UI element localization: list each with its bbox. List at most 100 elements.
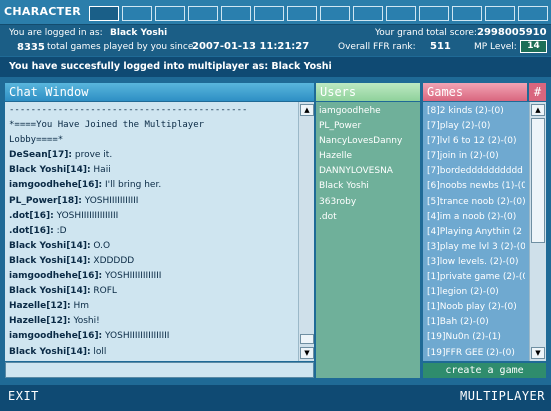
- chat-sender: DeSean[17]:: [9, 150, 72, 161]
- chat-text: YOSHIIIIIIIIIII: [81, 195, 139, 206]
- chat-sender: Black Yoshi[14]:: [9, 240, 91, 251]
- character-slot[interactable]: [254, 6, 284, 21]
- game-list-item[interactable]: [3]low levels. (2)-(0): [427, 255, 525, 270]
- login-status-message: You have succesfully logged into multipl…: [0, 57, 551, 77]
- chat-window-header: Chat Window: [5, 83, 314, 101]
- user-list-item[interactable]: DANNYLOVESNA: [319, 164, 417, 179]
- user-list-item[interactable]: 363roby: [319, 195, 417, 210]
- game-list-item[interactable]: [6]noobs newbs (1)-(0: [427, 179, 525, 194]
- chat-text: ROFL: [90, 286, 117, 297]
- chat-message: Black Yoshi[14]: O.O: [9, 239, 294, 254]
- chat-message: Black Yoshi[14]: Haii: [9, 163, 294, 178]
- character-slot[interactable]: [320, 6, 350, 21]
- character-slot[interactable]: [188, 6, 218, 21]
- chat-message: .dot[16]: YOSHIIIIIIIIIIIIII: [9, 209, 294, 224]
- character-slot[interactable]: [122, 6, 152, 21]
- chat-sender: Black Yoshi[14]:: [9, 346, 91, 357]
- chat-message: iamgoodhehe[16]: YOSHIIIIIIIIIIII: [9, 269, 294, 284]
- game-list-item[interactable]: [1]Noob play (2)-(0): [427, 300, 525, 315]
- game-list-item[interactable]: [1]private game (2)-(0: [427, 270, 525, 285]
- chat-sender: iamgoodhehe[16]:: [9, 331, 103, 342]
- grand-total-label: Your grand total score:: [375, 28, 477, 38]
- game-list-item[interactable]: [1]legion (2)-(0): [427, 285, 525, 300]
- chat-message-input[interactable]: [5, 362, 314, 378]
- chat-intro-rule: ----------------------------------------…: [9, 105, 248, 115]
- game-list-item[interactable]: [19]Nu0n (2)-(1): [427, 330, 525, 345]
- down-arrow-icon[interactable]: ▼: [300, 347, 314, 359]
- chat-text: YOSHIIIIIIIIIIII: [102, 271, 162, 282]
- games-scrollbar[interactable]: ▲ ▼: [529, 102, 546, 361]
- game-list-item[interactable]: [4]Playing Anythin (2: [427, 225, 525, 240]
- games-sort-hash-button[interactable]: #: [529, 83, 546, 101]
- chat-text: Hm: [70, 301, 89, 312]
- game-list-item[interactable]: [7]play (2)-(0): [427, 119, 525, 134]
- character-slot[interactable]: [221, 6, 251, 21]
- logged-in-username: Black Yoshi: [110, 28, 168, 38]
- chat-message: Black Yoshi[14]: ROFL: [9, 284, 294, 299]
- character-slot[interactable]: [287, 6, 317, 21]
- chat-sender: .dot[16]:: [9, 210, 54, 221]
- character-slot[interactable]: [353, 6, 383, 21]
- game-list-item[interactable]: [7]join in (2)-(0): [427, 149, 525, 164]
- chat-text: O.O: [90, 240, 111, 251]
- up-arrow-icon[interactable]: ▲: [300, 104, 314, 116]
- chat-sender: .dot[16]:: [9, 225, 54, 236]
- user-list-item[interactable]: .dot: [319, 210, 417, 225]
- chat-scroll-thumb[interactable]: [300, 334, 314, 344]
- chat-message: .dot[16]: :D: [9, 224, 294, 239]
- game-list-item[interactable]: [8]2 kinds (2)-(0): [427, 104, 525, 119]
- chat-text: I'll bring her.: [102, 180, 162, 191]
- chat-message: Hazelle[12]: Hm: [9, 299, 294, 314]
- character-slot[interactable]: [89, 6, 119, 21]
- down-arrow-icon[interactable]: ▼: [531, 347, 545, 359]
- game-list-item[interactable]: [4]im a noob (2)-(0): [427, 210, 525, 225]
- character-slot[interactable]: [452, 6, 482, 21]
- user-list-item[interactable]: PL_Power: [319, 119, 417, 134]
- game-list-item[interactable]: [7]lvl 6 to 12 (2)-(0): [427, 134, 525, 149]
- mp-level-value: 14: [520, 40, 547, 53]
- user-list-item[interactable]: NancyLovesDanny: [319, 134, 417, 149]
- chat-sender: Black Yoshi[14]:: [9, 255, 91, 266]
- game-list-item[interactable]: [3]play me lvl 3 (2)-(0: [427, 240, 525, 255]
- user-list-item[interactable]: Black Yoshi: [319, 179, 417, 194]
- user-list-item[interactable]: Hazelle: [319, 149, 417, 164]
- chat-log: ----------------------------------------…: [5, 102, 298, 361]
- chat-text: Yoshi!: [70, 316, 100, 327]
- chat-intro-line-2: Lobby====*: [9, 135, 64, 146]
- users-list: iamgoodhehe PL_Power NancyLovesDanny Hazell…: [316, 102, 420, 378]
- chat-message: iamgoodhehe[16]: YOSHIIIIIIIIIIIIIII: [9, 329, 294, 344]
- character-title: CHARACTER: [4, 5, 82, 18]
- chat-scrollbar[interactable]: ▲ ▼: [298, 102, 314, 361]
- member-since-date: 2007-01-13 11:21:27: [192, 41, 310, 52]
- character-slot[interactable]: [155, 6, 185, 21]
- game-list-item[interactable]: [7]bordedddddddddd: [427, 164, 525, 179]
- chat-sender: PL_Power[18]:: [9, 195, 82, 206]
- grand-total-value: 2998005910: [477, 27, 547, 38]
- footer-bar: EXIT MULTIPLAYER: [0, 385, 551, 411]
- games-played-text: total games played by you since: [47, 42, 194, 52]
- character-slot[interactable]: [419, 6, 449, 21]
- chat-text: XDDDDD: [90, 255, 135, 266]
- games-header: Games: [423, 83, 527, 101]
- character-slot[interactable]: [485, 6, 515, 21]
- exit-button[interactable]: EXIT: [8, 389, 39, 403]
- ffr-rank-label: Overall FFR rank:: [338, 42, 416, 52]
- mp-level-label: MP Level:: [474, 42, 517, 52]
- games-played-count: 8335: [17, 42, 45, 53]
- user-list-item[interactable]: iamgoodhehe: [319, 104, 417, 119]
- character-slot[interactable]: [386, 6, 416, 21]
- chat-text: loll: [90, 346, 107, 357]
- chat-sender: Hazelle[12]:: [9, 316, 71, 327]
- create-game-button[interactable]: create a game: [423, 363, 546, 378]
- chat-sender: iamgoodhehe[16]:: [9, 271, 103, 282]
- game-list-item[interactable]: [19]FFR GEE (2)-(0): [427, 346, 525, 361]
- chat-sender: iamgoodhehe[16]:: [9, 180, 103, 191]
- game-list-item[interactable]: [1]Bah (2)-(0): [427, 315, 525, 330]
- up-arrow-icon[interactable]: ▲: [531, 104, 545, 116]
- game-list-item[interactable]: [5]trance noob (2)-(0): [427, 195, 525, 210]
- multiplayer-title: MULTIPLAYER: [460, 389, 545, 403]
- chat-text: :D: [53, 225, 67, 236]
- users-header: Users: [316, 83, 420, 101]
- games-scroll-thumb[interactable]: [531, 118, 545, 243]
- character-slot[interactable]: [518, 6, 548, 21]
